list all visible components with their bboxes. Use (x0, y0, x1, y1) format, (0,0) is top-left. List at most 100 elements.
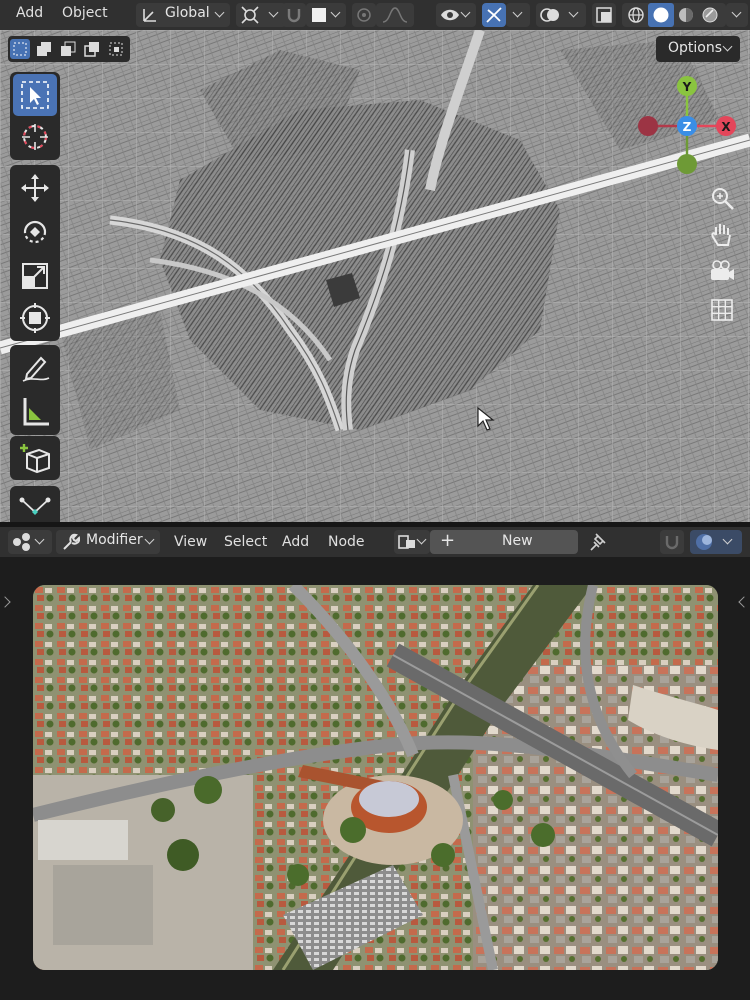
chevron-down-icon (214, 7, 225, 18)
xray-toggle[interactable] (592, 3, 616, 27)
select-subtract-icon (61, 41, 76, 56)
snap-node-toggle[interactable] (660, 530, 684, 554)
axis-y-label: Y (682, 80, 692, 94)
wrench-icon (63, 533, 80, 550)
magnet-icon (665, 536, 679, 550)
select-box-tool[interactable] (13, 74, 57, 116)
select-box-icon (21, 81, 49, 109)
orientation-label: Global (165, 5, 210, 21)
select-intersect-button[interactable] (106, 39, 126, 59)
transform-icon (20, 303, 50, 333)
menu-select[interactable]: Select (224, 534, 267, 550)
material-sphere-icon (679, 8, 693, 22)
move-tool[interactable] (13, 167, 57, 209)
orientation-dropdown[interactable]: Global (136, 3, 230, 27)
mouse-pointer-icon (477, 406, 495, 431)
axis-x-label: X (721, 120, 731, 134)
gizmo-toggle[interactable] (482, 3, 506, 27)
chevron-down-icon (568, 7, 579, 18)
measure-tool[interactable] (13, 391, 57, 433)
aerial-photo-illustration (33, 585, 718, 970)
scale-tool[interactable] (13, 255, 57, 297)
menu-view[interactable]: View (174, 534, 207, 550)
orientation-axes-icon (143, 9, 156, 22)
wireframe-icon (628, 7, 644, 23)
toolbar-curve-group (10, 486, 60, 522)
snap-toggle[interactable] (282, 3, 306, 27)
solid-shading-button[interactable] (648, 3, 674, 27)
chevron-down-icon (722, 534, 733, 545)
wireframe-shading-button[interactable] (624, 4, 648, 26)
eye-icon (441, 9, 459, 21)
overlay-icon (696, 534, 712, 550)
snap-target-dropdown[interactable] (306, 3, 346, 27)
falloff-dropdown[interactable] (376, 3, 414, 27)
knife-curve-tool[interactable] (13, 487, 57, 522)
cursor-tool[interactable] (13, 116, 57, 158)
toolbar-select-group (10, 72, 60, 160)
grid-ortho-icon[interactable] (708, 296, 736, 324)
cursor-icon (22, 124, 48, 150)
rotate-tool[interactable] (13, 211, 57, 253)
new-node-group-button[interactable]: + New (430, 530, 578, 554)
menu-add[interactable]: Add (282, 534, 309, 550)
shading-dropdown[interactable] (726, 3, 748, 27)
node-group-icon (398, 535, 415, 549)
node-tree-icon (13, 533, 30, 551)
gizmo-dropdown[interactable] (506, 3, 530, 27)
neg-y-axis-icon[interactable] (677, 154, 697, 174)
node-editor-header: Modifier View Select Add Node + New (0, 527, 750, 557)
menu-add[interactable]: Add (16, 5, 43, 21)
chevron-down-icon (460, 7, 471, 18)
options-label: Options (668, 40, 723, 56)
transform-tool[interactable] (13, 297, 57, 339)
annotate-tool[interactable] (13, 347, 57, 389)
add-cube-tool[interactable] (13, 437, 57, 479)
pivot-dropdown[interactable] (236, 3, 286, 27)
menu-object[interactable]: Object (62, 5, 108, 21)
node-group-browse[interactable] (394, 530, 430, 554)
pan-hand-icon[interactable] (708, 220, 736, 248)
plus-icon: + (440, 530, 456, 551)
neg-x-axis-icon[interactable] (638, 116, 658, 136)
overlays-dropdown[interactable] (536, 3, 586, 27)
menu-node[interactable]: Node (328, 534, 365, 550)
snap-square-icon (312, 8, 326, 22)
measure-icon (23, 398, 49, 426)
selection-mode-buttons (8, 36, 130, 62)
falloff-curve-icon (382, 7, 408, 23)
select-new-button[interactable] (10, 39, 30, 59)
select-invert-button[interactable] (82, 39, 102, 59)
select-intersect-icon (109, 42, 123, 56)
viewport-header: Add Object Global (0, 0, 750, 30)
chevron-down-icon (722, 41, 733, 52)
editor-type-dropdown[interactable] (8, 530, 52, 554)
pin-icon[interactable] (588, 531, 610, 553)
toolbar-annotate-group (10, 345, 60, 435)
modifier-dropdown[interactable]: Modifier (56, 530, 160, 554)
chevron-down-icon (268, 7, 279, 18)
material-shading-button[interactable] (674, 4, 698, 26)
magnet-icon (287, 9, 301, 23)
select-extend-button[interactable] (34, 39, 54, 59)
select-subtract-button[interactable] (58, 39, 78, 59)
options-dropdown[interactable]: Options (656, 36, 740, 62)
scale-icon (22, 263, 48, 289)
chevron-down-icon (416, 534, 427, 545)
chevron-down-icon (731, 7, 742, 18)
visibility-dropdown[interactable] (436, 3, 476, 27)
rendered-shading-button[interactable] (698, 4, 722, 26)
zoom-icon[interactable] (708, 184, 736, 212)
camera-icon[interactable] (708, 258, 736, 286)
toolbar-add-group (10, 436, 60, 480)
toolbar-transform-group (10, 165, 60, 341)
proportional-edit-toggle[interactable] (352, 3, 376, 27)
gizmo-icon (486, 7, 502, 23)
overlay-dropdown[interactable] (690, 530, 742, 554)
navigation-gizmo[interactable]: Y X Z (632, 72, 742, 182)
solid-sphere-icon (653, 7, 669, 23)
chevron-down-icon (34, 534, 45, 545)
rendered-sphere-icon (702, 7, 718, 23)
3d-viewport[interactable]: Options Y X Z (0, 30, 750, 522)
proportional-icon (357, 8, 371, 22)
